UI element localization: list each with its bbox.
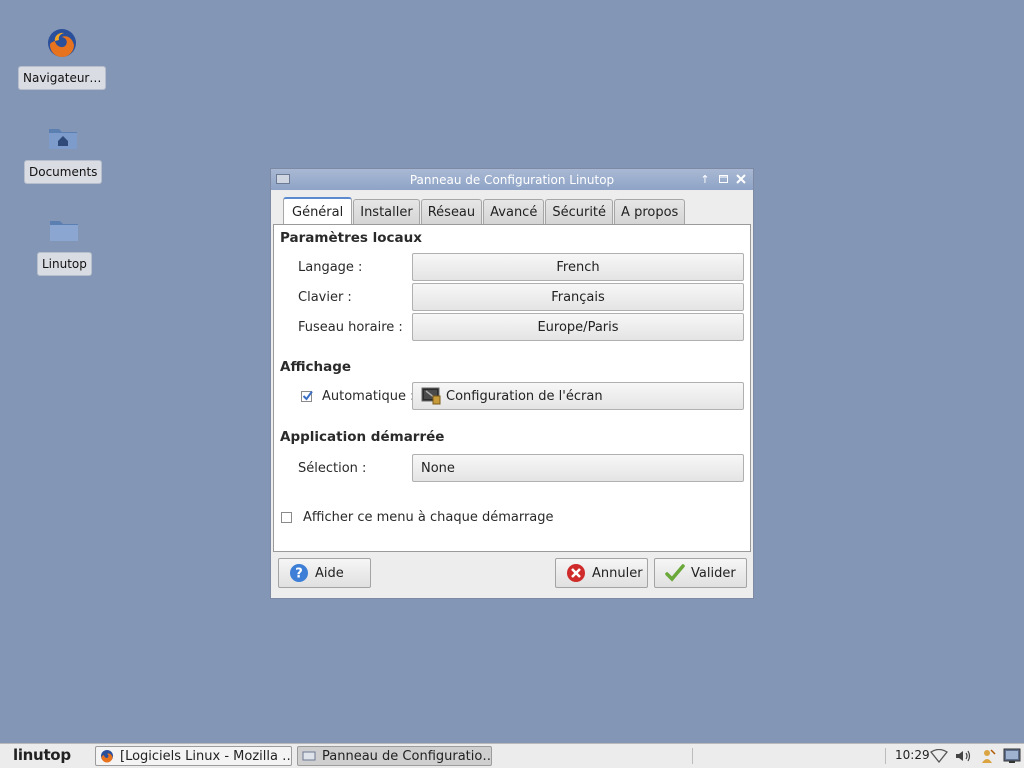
- tab-bar: Général Installer Réseau Avancé Sécurité…: [283, 196, 686, 226]
- home-folder-icon: [46, 120, 80, 154]
- config-dialog: Panneau de Configuration Linutop ↑ Génér…: [270, 168, 754, 599]
- timezone-select[interactable]: Europe/Paris: [412, 313, 744, 341]
- firefox-icon: [45, 26, 79, 60]
- keyboard-label: Clavier :: [298, 290, 352, 305]
- help-button-label: Aide: [315, 565, 344, 581]
- clock[interactable]: 10:29: [895, 748, 930, 762]
- desktop-icon-label: Documents: [24, 160, 103, 184]
- taskbar-task-label: Panneau de Configuratio…: [322, 748, 492, 764]
- cancel-button[interactable]: Annuler: [555, 558, 648, 588]
- language-label: Langage :: [298, 260, 363, 275]
- firefox-icon: [100, 749, 114, 763]
- taskbar-separator: [885, 748, 886, 764]
- maximize-button[interactable]: [717, 172, 729, 186]
- volume-icon[interactable]: [955, 748, 973, 764]
- screen-icon[interactable]: [1003, 748, 1021, 764]
- desktop-icon-label: Linutop: [37, 252, 92, 276]
- language-select[interactable]: French: [412, 253, 744, 281]
- startup-selection-label: Sélection :: [298, 461, 367, 476]
- desktop-icon-label: Navigateur…: [18, 66, 107, 90]
- user-icon[interactable]: [979, 748, 997, 764]
- cancel-icon: [566, 563, 586, 583]
- ok-button[interactable]: Valider: [654, 558, 747, 588]
- keyboard-select[interactable]: Français: [412, 283, 744, 311]
- desktop-icon-documents[interactable]: Documents: [24, 120, 103, 184]
- checkmark-icon: [665, 563, 685, 583]
- taskbar: linutop [Logiciels Linux - Mozilla … Pan…: [0, 743, 1024, 768]
- tab-a-propos[interactable]: A propos: [614, 199, 686, 225]
- taskbar-separator: [692, 748, 693, 764]
- monitor-icon: [421, 387, 441, 405]
- dialog-title: Panneau de Configuration Linutop: [409, 172, 615, 187]
- general-panel: Paramètres locaux Langage : French Clavi…: [273, 224, 751, 552]
- tab-avance[interactable]: Avancé: [483, 199, 545, 225]
- timezone-label: Fuseau horaire :: [298, 320, 403, 335]
- window-menu-icon[interactable]: [276, 174, 290, 184]
- svg-text:?: ?: [295, 567, 303, 582]
- taskbar-task-firefox[interactable]: [Logiciels Linux - Mozilla …: [95, 746, 292, 766]
- desktop-icon-linutop[interactable]: Linutop: [37, 212, 92, 276]
- taskbar-task-config[interactable]: Panneau de Configuratio…: [297, 746, 492, 766]
- desktop-icon-browser[interactable]: Navigateur…: [18, 26, 107, 90]
- auto-display-label: Automatique :: [322, 389, 415, 404]
- close-button[interactable]: [735, 172, 747, 186]
- section-title-startup: Application démarrée: [280, 429, 445, 445]
- section-title-locale: Paramètres locaux: [280, 230, 422, 246]
- show-menu-label: Afficher ce menu à chaque démarrage: [303, 510, 554, 525]
- auto-display-checkbox[interactable]: [301, 390, 313, 402]
- dialog-titlebar[interactable]: Panneau de Configuration Linutop ↑: [271, 169, 753, 190]
- ok-button-label: Valider: [691, 565, 736, 581]
- tab-general[interactable]: Général: [283, 197, 353, 226]
- cancel-button-label: Annuler: [592, 565, 643, 581]
- section-title-display: Affichage: [280, 359, 352, 375]
- help-icon: ?: [289, 563, 309, 583]
- checkmark-icon: [302, 390, 313, 401]
- tab-installer[interactable]: Installer: [353, 199, 420, 225]
- window-icon: [302, 749, 316, 763]
- show-menu-checkbox[interactable]: [281, 512, 292, 523]
- startup-app-select[interactable]: None: [412, 454, 744, 482]
- linutop-logo[interactable]: linutop: [13, 746, 71, 764]
- taskbar-task-label: [Logiciels Linux - Mozilla …: [120, 748, 292, 764]
- wifi-icon[interactable]: [930, 748, 948, 764]
- tab-securite[interactable]: Sécurité: [545, 199, 614, 225]
- help-button[interactable]: ? Aide: [278, 558, 371, 588]
- shade-button[interactable]: ↑: [699, 172, 711, 186]
- screen-config-button[interactable]: Configuration de l'écran: [412, 382, 744, 410]
- tab-reseau[interactable]: Réseau: [420, 199, 483, 225]
- screen-config-label: Configuration de l'écran: [446, 388, 603, 404]
- folder-icon: [47, 212, 81, 246]
